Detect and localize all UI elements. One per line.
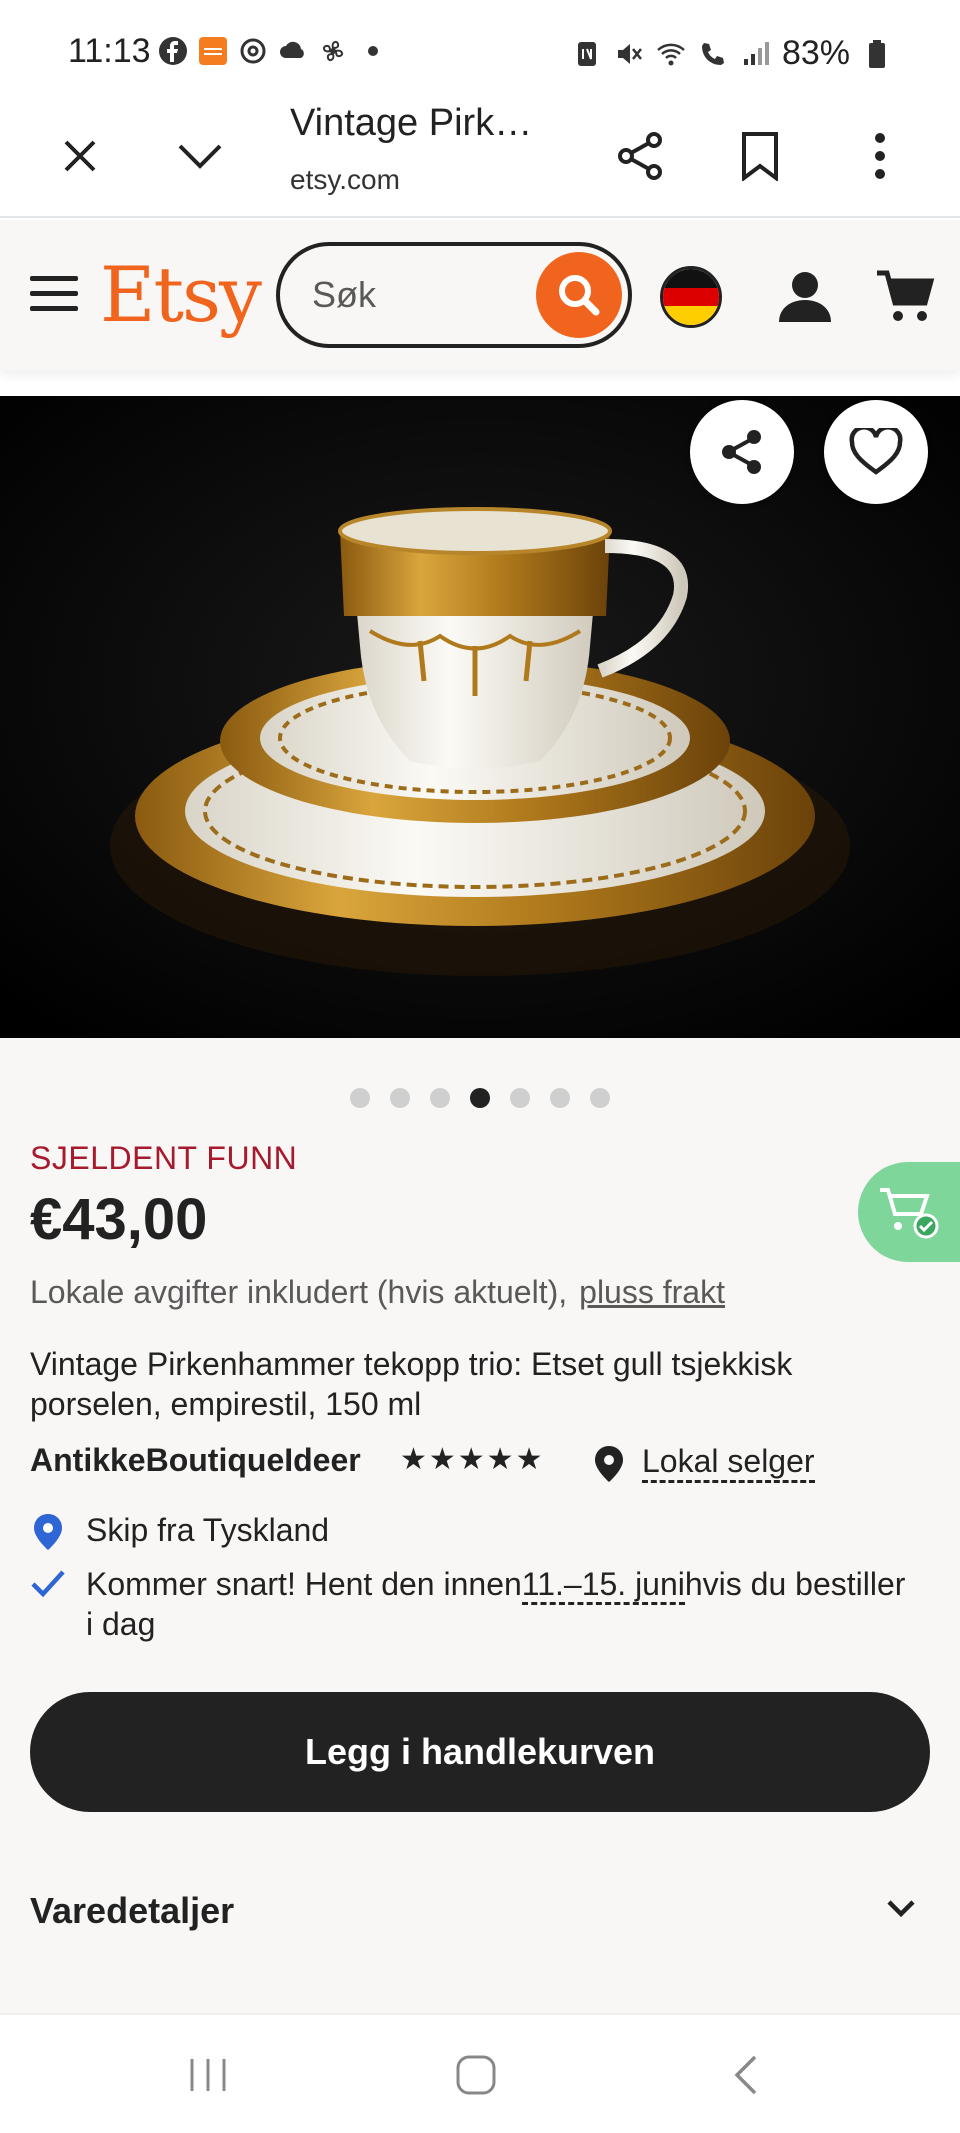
share-button[interactable]: [600, 116, 680, 196]
home-button[interactable]: [436, 2045, 516, 2105]
facebook-icon: [159, 37, 187, 65]
rare-find-badge: SJELDENT FUNN: [30, 1140, 298, 1176]
gallery-pagination: [0, 1088, 960, 1108]
search-bar: [276, 242, 632, 348]
pagination-dot[interactable]: [590, 1088, 610, 1108]
threads-icon: [240, 38, 266, 64]
fan-icon: [322, 40, 344, 62]
share-icon: [618, 132, 662, 180]
fees-text: Lokale avgifter inkludert (hvis aktuelt)…: [30, 1274, 568, 1310]
product-image: [0, 396, 960, 1038]
shipping-link[interactable]: pluss frakt: [579, 1274, 725, 1310]
back-icon: [734, 2055, 757, 2095]
chevron-down-icon: [178, 144, 222, 169]
notification-icons: [158, 36, 388, 66]
product-details: SJELDENT FUNN €43,00 Lokale avgifter ink…: [0, 1038, 960, 2013]
cart-button[interactable]: [872, 264, 938, 330]
browser-toolbar: Vintage Pirk… etsy.com: [0, 100, 960, 218]
wifi-icon: [657, 43, 685, 65]
search-input[interactable]: [312, 272, 512, 318]
delivery-prefix: Kommer snart! Hent den innen: [86, 1566, 522, 1602]
delivery-estimate: Kommer snart! Hent den innen11.–15. juni…: [86, 1564, 906, 1644]
product-title: Vintage Pirkenhammer tekopp trio: Etset …: [30, 1346, 793, 1422]
status-time: 11:13: [68, 32, 151, 70]
nfc-icon: [577, 41, 596, 66]
fees-info: Lokale avgifter inkludert (hvis aktuelt)…: [30, 1274, 725, 1311]
user-icon: [779, 272, 831, 322]
back-button[interactable]: [706, 2045, 786, 2105]
pagination-dot[interactable]: [470, 1088, 490, 1108]
seller-rating-stars: ★★★★★: [400, 1443, 545, 1476]
page-url: etsy.com: [290, 164, 400, 195]
battery-icon: [869, 39, 885, 68]
bookmark-button[interactable]: [720, 116, 800, 196]
seller-row: AntikkeBoutiqueIdeer ★★★★★ Lokal selger: [30, 1442, 930, 1486]
region-flag-icon[interactable]: [660, 266, 722, 328]
price: €43,00: [30, 1187, 208, 1252]
etsy-logo[interactable]: Etsy: [100, 250, 262, 339]
more-options-button[interactable]: [840, 116, 920, 196]
wifi-call-icon: [701, 42, 724, 65]
pagination-dot[interactable]: [430, 1088, 450, 1108]
temu-icon: [199, 37, 227, 65]
favorite-button[interactable]: [824, 400, 928, 504]
ships-from-text: Skip fra Tyskland: [86, 1512, 330, 1548]
page-title: Vintage Pirk…: [290, 102, 533, 144]
cart-icon: [877, 270, 935, 321]
system-nav-bar: [0, 2013, 960, 2133]
recent-apps-icon: [190, 2059, 226, 2091]
delivery-date[interactable]: 11.–15. juni: [521, 1566, 685, 1605]
item-details-label: Varedetaljer: [30, 1890, 235, 1931]
system-icons: 83%: [572, 34, 892, 73]
home-icon: [456, 2055, 496, 2095]
search-icon: [559, 275, 600, 316]
dot-icon: [368, 46, 378, 56]
pagination-dot[interactable]: [390, 1088, 410, 1108]
item-details-accordion[interactable]: Varedetaljer: [30, 1884, 930, 1944]
local-seller-link[interactable]: Lokal selger: [642, 1442, 815, 1483]
share-product-button[interactable]: [690, 400, 794, 504]
location-pin-icon: [34, 1514, 62, 1550]
recent-apps-button[interactable]: [168, 2045, 248, 2105]
product-image-gallery[interactable]: [0, 396, 960, 1038]
pagination-dot[interactable]: [510, 1088, 530, 1108]
close-tab-button[interactable]: [40, 116, 120, 196]
location-pin-icon: [595, 1446, 623, 1482]
added-to-cart-indicator[interactable]: [858, 1162, 960, 1262]
heart-icon: [849, 428, 903, 475]
more-vertical-icon: [875, 133, 885, 179]
close-icon: [64, 140, 96, 172]
share-icon: [722, 430, 761, 474]
chevron-down-icon: [887, 1900, 915, 1918]
pagination-dot[interactable]: [350, 1088, 370, 1108]
search-button[interactable]: [536, 252, 622, 338]
bookmark-icon: [742, 132, 778, 181]
checkmark-icon: [31, 1570, 65, 1598]
add-to-cart-button[interactable]: Legg i handlekurven: [30, 1692, 930, 1812]
site-header: Etsy: [0, 220, 960, 370]
menu-icon[interactable]: [26, 270, 82, 318]
cloud-icon: [280, 41, 304, 58]
mute-icon: [617, 43, 642, 64]
cart-check-icon: [880, 1188, 939, 1239]
seller-name-link[interactable]: AntikkeBoutiqueIdeer: [30, 1442, 361, 1479]
account-button[interactable]: [772, 264, 838, 330]
signal-icon: [743, 41, 769, 65]
pagination-dot[interactable]: [550, 1088, 570, 1108]
minimize-button[interactable]: [160, 116, 240, 196]
status-bar: 11:13 83%: [0, 0, 960, 100]
battery-level: 83%: [781, 34, 850, 72]
